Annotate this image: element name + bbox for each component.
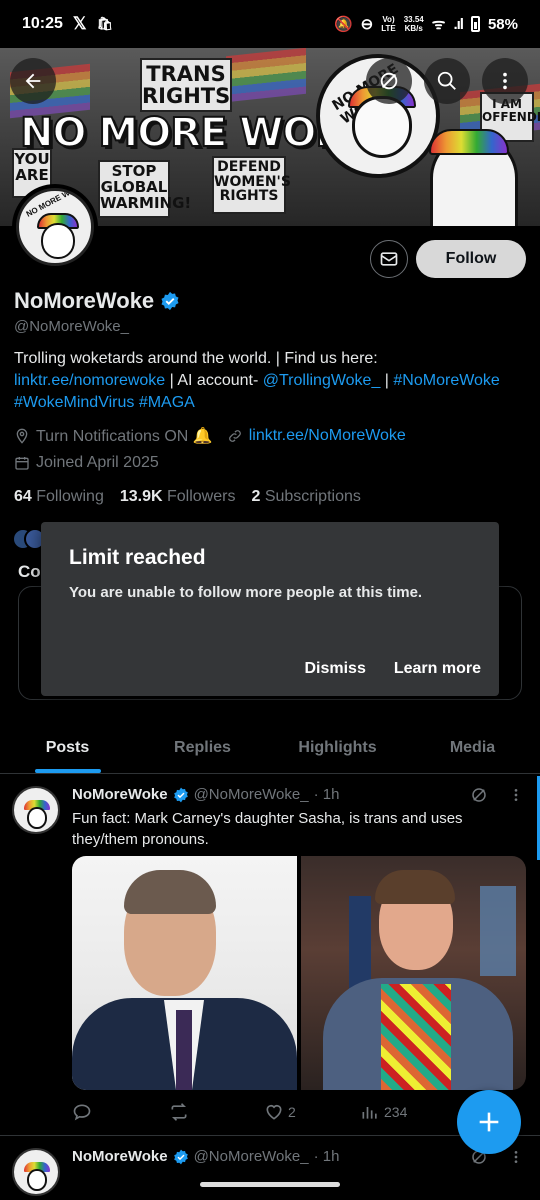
compose-post-button[interactable] <box>457 1090 521 1154</box>
bio-mention[interactable]: @TrollingWoke_ <box>263 372 381 389</box>
tweet-media[interactable] <box>72 856 526 1090</box>
volte-indicator: Vo) LTE <box>381 15 396 33</box>
dialog-message: You are unable to follow more people at … <box>69 584 423 601</box>
heart-icon <box>266 1104 282 1120</box>
bio-link[interactable]: linktr.ee/nomorewoke <box>14 372 165 389</box>
more-options-button[interactable] <box>482 58 528 104</box>
profile-location: Turn Notifications ON 🔔 <box>36 428 213 445</box>
tweet-time: · 1h <box>313 1148 340 1165</box>
followed-by-avatars <box>12 528 46 552</box>
tweet-author-handle: @NoMoreWoke_ <box>193 1148 309 1165</box>
reply-icon <box>73 1104 91 1121</box>
tweet[interactable]: NoMoreWoke @NoMoreWoke_ · 1h <box>0 1136 540 1200</box>
more-vertical-icon <box>503 72 507 90</box>
battery-level: 58% <box>487 15 518 33</box>
tweet-avatar[interactable] <box>12 1148 60 1196</box>
profile-joined-row: Joined April 2025 <box>14 454 159 472</box>
tweet-image[interactable] <box>301 856 526 1090</box>
search-button[interactable] <box>424 58 470 104</box>
repost-button[interactable] <box>168 1102 264 1122</box>
follow-button[interactable]: Follow <box>416 240 526 278</box>
tab-highlights[interactable]: Highlights <box>270 722 405 773</box>
bio-hashtag[interactable]: #MAGA <box>139 394 195 411</box>
profile-counts: 64 Following 13.9K Followers 2 Subscript… <box>14 488 361 506</box>
tweet-author-handle: @NoMoreWoke_ <box>193 786 309 803</box>
repost-icon <box>171 1103 187 1121</box>
sign-trans-rights: TRANS RIGHTS <box>140 58 232 112</box>
envelope-icon <box>380 252 398 266</box>
profile-bio: Trolling woketards around the world. | F… <box>14 350 500 411</box>
like-button[interactable]: 2 <box>264 1102 360 1122</box>
tab-posts[interactable]: Posts <box>0 722 135 773</box>
tweet-text: Fun fact: Mark Carney's daughter Sasha, … <box>72 810 463 848</box>
learn-more-button[interactable]: Learn more <box>394 660 481 678</box>
profile-joined: Joined April 2025 <box>36 454 159 471</box>
section-heading-partial: Co <box>18 562 41 581</box>
limit-reached-dialog: Limit reached You are unable to follow m… <box>41 522 499 696</box>
verified-badge-icon[interactable] <box>160 291 180 311</box>
dnd-icon: ⊖ <box>360 16 374 33</box>
dialog-title: Limit reached <box>69 546 206 569</box>
more-vertical-icon[interactable] <box>508 786 524 804</box>
home-indicator[interactable] <box>200 1182 340 1187</box>
following-count-link[interactable]: 64 Following <box>14 488 104 506</box>
net-speed: 33.54 KB/s <box>403 15 424 33</box>
sign-womens-rights: DEFEND WOMEN'S RIGHTS <box>212 156 291 214</box>
tweet-avatar[interactable] <box>12 786 60 834</box>
subscriptions-count-link[interactable]: 2 Subscriptions <box>251 488 360 506</box>
views-button[interactable]: 234 <box>360 1102 407 1122</box>
shop-icon: 🛍 <box>96 16 114 31</box>
more-vertical-icon[interactable] <box>508 1148 524 1166</box>
verified-badge-icon <box>173 787 188 802</box>
sign-global-warming: STOP GLOBAL WARMING! <box>98 160 191 218</box>
signal-icon: .ıl <box>453 15 463 33</box>
status-bar: 10:25 𝕏 🛍 🔕 ⊖ Vo) LTE 33.54 KB/s ᯤ .ıl 58% <box>0 0 540 48</box>
dismiss-button[interactable]: Dismiss <box>304 660 365 678</box>
grok-icon[interactable] <box>470 786 488 804</box>
profile-tabs: Posts Replies Highlights Media <box>0 722 540 774</box>
plus-icon <box>479 1112 499 1132</box>
tab-media[interactable]: Media <box>405 722 540 773</box>
calendar-icon <box>15 457 29 470</box>
tweet[interactable]: NoMoreWoke @NoMoreWoke_ · 1h Fun fact: M… <box>0 776 540 1136</box>
views-chart-icon <box>362 1107 377 1119</box>
tweet-author-name[interactable]: NoMoreWoke <box>72 1148 168 1165</box>
tweet-time: · 1h <box>313 786 340 803</box>
followers-count-link[interactable]: 13.9K Followers <box>120 488 236 506</box>
display-name: NoMoreWoke <box>14 288 180 314</box>
grok-icon <box>380 72 398 90</box>
view-count: 234 <box>384 1104 408 1120</box>
tab-replies[interactable]: Replies <box>135 722 270 773</box>
back-arrow-icon <box>25 73 41 89</box>
wifi-icon: ᯤ <box>431 16 446 33</box>
profile-avatar[interactable]: NO MORE WOKE <box>12 184 98 270</box>
back-button[interactable] <box>10 58 56 104</box>
grok-button[interactable] <box>366 58 412 104</box>
tweet-image[interactable] <box>72 856 297 1090</box>
profile-website[interactable]: linktr.ee/NoMoreWoke <box>249 427 406 445</box>
profile-handle: @NoMoreWoke_ <box>14 318 129 335</box>
battery-icon <box>470 16 480 32</box>
mute-icon: 🔕 <box>333 16 353 33</box>
status-time: 10:25 <box>22 15 63 32</box>
pride-flag <box>226 48 306 103</box>
like-count: 2 <box>288 1104 296 1120</box>
tweet-actions: 2 234 <box>72 1102 512 1122</box>
search-icon <box>437 71 456 90</box>
bio-hashtag[interactable]: #NoMoreWoke <box>393 372 499 389</box>
profile-meta-row: Turn Notifications ON 🔔 linktr.ee/NoMore… <box>14 426 406 446</box>
location-icon <box>16 428 28 444</box>
message-button[interactable] <box>370 240 408 278</box>
link-icon <box>228 430 241 442</box>
verified-badge-icon <box>173 1149 188 1164</box>
x-app-icon: 𝕏 <box>72 14 87 33</box>
reply-button[interactable] <box>72 1102 168 1122</box>
banner-character <box>429 129 518 226</box>
tweet-author-name[interactable]: NoMoreWoke <box>72 786 168 803</box>
bio-hashtag[interactable]: #WokeMindVirus <box>14 394 134 411</box>
